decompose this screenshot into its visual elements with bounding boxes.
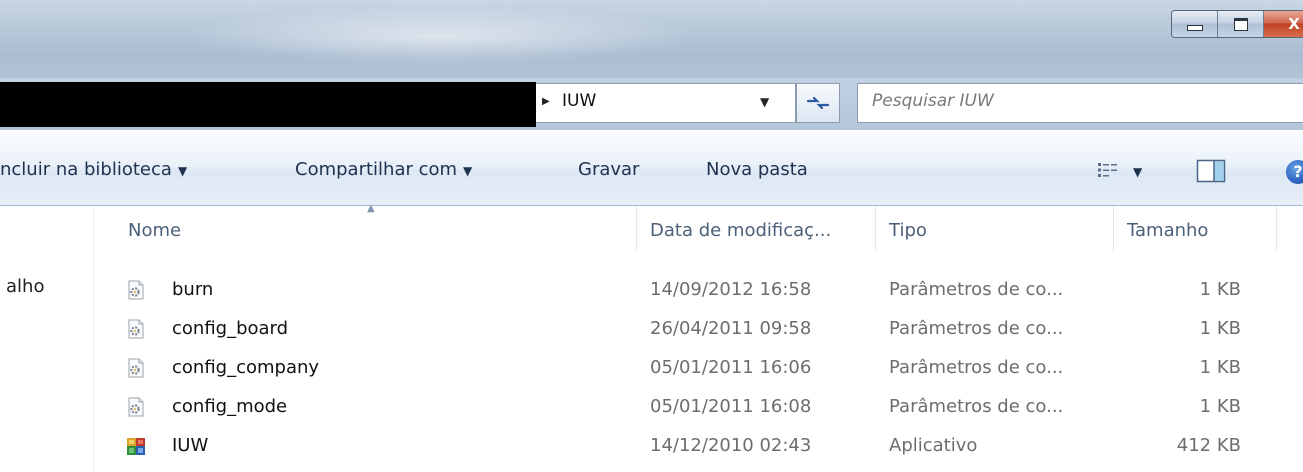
file-date-modified: 05/01/2011 16:08 <box>650 396 812 417</box>
file-name: config_board <box>172 318 289 339</box>
file-type: Aplicativo <box>889 435 978 456</box>
column-header-size[interactable]: Tamanho <box>1127 220 1208 241</box>
config-file-icon <box>128 280 144 300</box>
file-size: 412 KB <box>1176 435 1241 456</box>
nav-item-partial[interactable]: alho <box>6 276 44 297</box>
config-file-icon <box>128 397 144 417</box>
file-type: Parâmetros de co... <box>889 357 1064 378</box>
change-view-icon[interactable] <box>1097 161 1119 179</box>
file-size: 1 KB <box>1199 357 1241 378</box>
breadcrumb-chevron-icon[interactable]: ▶ <box>542 96 550 107</box>
file-size: 1 KB <box>1199 318 1241 339</box>
chevron-down-icon: ▼ <box>463 164 473 178</box>
preview-pane-icon[interactable] <box>1196 159 1226 183</box>
address-history-dropdown-icon[interactable]: ▼ <box>760 95 769 109</box>
maximize-icon <box>1233 17 1248 31</box>
include-in-library-label: ncluir na biblioteca <box>0 159 172 180</box>
help-icon[interactable]: ? <box>1286 160 1303 184</box>
minimize-button[interactable] <box>1172 11 1218 37</box>
file-date-modified: 14/12/2010 02:43 <box>650 435 812 456</box>
file-type: Parâmetros de co... <box>889 396 1064 417</box>
column-divider[interactable] <box>1113 206 1114 252</box>
file-date-modified: 05/01/2011 16:06 <box>650 357 812 378</box>
file-size: 1 KB <box>1199 396 1241 417</box>
chevron-down-icon: ▼ <box>177 164 188 178</box>
file-type: Parâmetros de co... <box>889 318 1064 339</box>
burn-button[interactable]: Gravar <box>578 159 639 180</box>
file-row[interactable]: IUW 14/12/2010 02:43 Aplicativo 412 KB <box>94 426 1303 465</box>
column-header-date[interactable]: Data de modificaç... <box>650 220 831 241</box>
file-row[interactable]: config_board 26/04/2011 09:58 Parâmetros d… <box>94 309 1303 348</box>
redacted-address-segment <box>0 82 536 127</box>
file-size: 1 KB <box>1199 279 1241 300</box>
breadcrumb-current-folder[interactable]: IUW <box>562 91 596 111</box>
window-controls: X <box>1171 10 1303 38</box>
title-bar: X <box>0 0 1303 78</box>
share-with-label: Compartilhar com <box>295 159 458 180</box>
include-in-library-button[interactable]: ncluir na biblioteca ▼ <box>0 159 187 180</box>
minimize-icon <box>1186 25 1203 31</box>
file-name: IUW <box>172 435 209 456</box>
new-folder-button[interactable]: Nova pasta <box>706 159 808 180</box>
file-row[interactable]: config_company 05/01/2011 16:06 Parâmetros… <box>94 348 1303 387</box>
file-row[interactable]: config_mode 05/01/2011 16:08 Parâmetros de… <box>94 387 1303 426</box>
refresh-icon <box>806 96 830 110</box>
title-bar-glow <box>180 6 700 66</box>
file-row[interactable]: burn 14/09/2012 16:58 Parâmetros de co... 1… <box>94 270 1303 309</box>
close-icon: X <box>1288 15 1300 33</box>
config-file-icon <box>128 358 144 378</box>
search-placeholder: Pesquisar IUW <box>872 91 994 111</box>
close-button[interactable]: X <box>1264 11 1303 37</box>
file-name: config_mode <box>172 396 288 417</box>
new-folder-label: Nova pasta <box>706 159 808 180</box>
column-header-type[interactable]: Tipo <box>889 220 927 241</box>
maximize-button[interactable] <box>1218 11 1264 37</box>
column-divider[interactable] <box>636 206 637 252</box>
refresh-button[interactable] <box>796 83 840 123</box>
column-divider[interactable] <box>1276 206 1277 252</box>
file-name: burn <box>172 279 214 300</box>
file-date-modified: 26/04/2011 09:58 <box>650 318 812 339</box>
view-options-dropdown-icon[interactable]: ▼ <box>1133 165 1142 179</box>
config-file-icon <box>128 319 144 339</box>
file-name: config_company <box>172 357 320 378</box>
file-date-modified: 14/09/2012 16:58 <box>650 279 812 300</box>
share-with-button[interactable]: Compartilhar com ▼ <box>295 159 472 180</box>
column-header-name[interactable]: Nome <box>128 220 181 241</box>
sort-ascending-icon: ▲ <box>367 203 375 214</box>
application-icon <box>127 438 145 455</box>
burn-label: Gravar <box>578 159 640 180</box>
file-type: Parâmetros de co... <box>889 279 1064 300</box>
column-divider[interactable] <box>875 206 876 252</box>
